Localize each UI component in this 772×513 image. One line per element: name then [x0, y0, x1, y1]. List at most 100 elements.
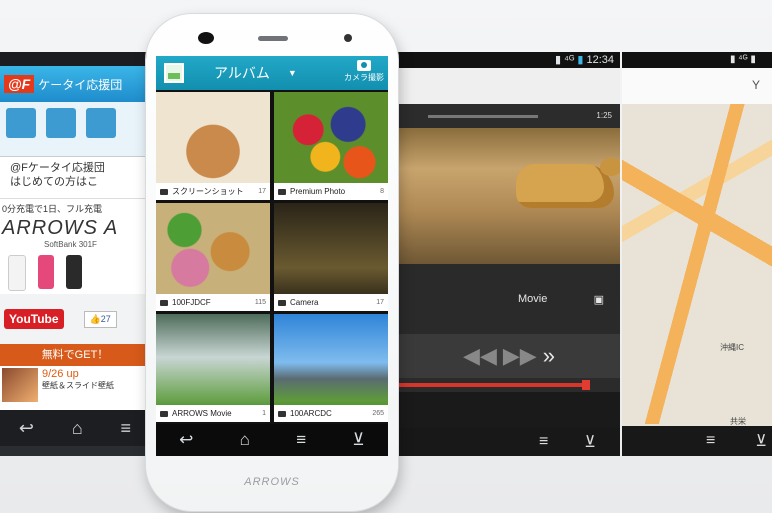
status-bar: ▮ ⁴ᴳ ▮ 12:34	[398, 52, 620, 68]
album-tile[interactable]: 100FJDCF 115	[156, 203, 270, 311]
album-grid: スクリーンショット 17 Premium Photo 8 100FJDCF 115 C…	[156, 92, 388, 422]
apps-icon[interactable]	[46, 108, 76, 138]
album-name: 100ARCDC	[290, 409, 332, 418]
dropdown-icon[interactable]: ▼	[288, 68, 297, 78]
nav-bar: ≡ ⊻	[398, 428, 620, 456]
video-frame[interactable]	[398, 128, 620, 264]
album-count: 115	[254, 299, 266, 306]
nav-bar: ≡ ⊻	[622, 426, 772, 456]
album-tile[interactable]: ARROWS Movie 1	[156, 314, 270, 422]
folder-icon	[160, 410, 168, 417]
skip-forward-icon[interactable]: »	[543, 343, 555, 369]
folder-icon	[160, 188, 168, 195]
like-count: 27	[100, 313, 111, 324]
album-name: Camera	[290, 298, 319, 307]
playback-controls: ◀◀ ▶▶ »	[398, 334, 620, 378]
earpiece	[258, 36, 288, 41]
status-bar: ▮ ⁴ᴳ ▮	[622, 52, 772, 68]
shortcut-icons	[0, 102, 150, 156]
proximity-sensor	[344, 34, 352, 42]
sd-card-icon	[160, 299, 168, 306]
album-tile[interactable]: スクリーンショット 17	[156, 92, 270, 200]
sd-card-icon	[278, 299, 286, 306]
ad-model: SoftBank 301F	[44, 240, 97, 249]
status-bar	[0, 52, 150, 66]
product-ad[interactable]: 0分充電で1日、フル充電 ARROWS A SoftBank 301F	[0, 198, 150, 294]
site-title: ケータイ応援団	[38, 77, 123, 92]
album-app-icon[interactable]	[164, 63, 184, 83]
menu-icon[interactable]: ≡	[539, 433, 548, 451]
notice-banner[interactable]: @Fケータイ応援団 はじめての方はこ	[0, 156, 150, 198]
news-text: 壁紙＆スライド壁紙	[42, 381, 114, 390]
map-search-bar[interactable]: Y	[622, 68, 772, 105]
back-icon[interactable]: ↩	[179, 430, 193, 450]
album-name: スクリーンショット	[172, 187, 244, 196]
video-title: Movie	[518, 293, 548, 305]
community-icon[interactable]	[86, 108, 116, 138]
map-view[interactable]: 沖縄IC 共栄	[622, 104, 772, 426]
notification-icon[interactable]: ⊻	[584, 432, 596, 452]
white-phone-image	[8, 255, 26, 291]
news-thumbnail	[2, 368, 38, 402]
menu-icon[interactable]: ≡	[706, 432, 715, 450]
ad-brand: ARROWS A	[2, 217, 119, 239]
pink-phone-image	[38, 255, 54, 289]
rewind-icon[interactable]: ◀◀	[463, 343, 497, 369]
time-row: 1:25	[398, 104, 620, 128]
seek-bar[interactable]	[398, 378, 620, 392]
album-count: 8	[380, 188, 384, 195]
back-icon[interactable]: ↩	[19, 418, 34, 439]
album-name: ARROWS Movie	[172, 409, 232, 418]
site-header[interactable]: @F ケータイ応援団	[0, 66, 150, 102]
map-screen: ▮ ⁴ᴳ ▮ Y 沖縄IC 共栄 ≡ ⊻	[622, 52, 772, 456]
album-screen: アルバム ▼ カメラ撮影 スクリーンショット 17 Premium Photo 8 …	[156, 56, 388, 456]
album-count: 265	[372, 410, 384, 417]
seek-handle[interactable]	[582, 380, 591, 390]
nav-bar: ↩ ⌂ ≡	[0, 410, 150, 446]
ad-line: 0分充電で1日、フル充電	[2, 204, 103, 214]
album-tile[interactable]: Camera 17	[274, 203, 388, 311]
album-tile[interactable]: Premium Photo 8	[274, 92, 388, 200]
album-title[interactable]: アルバム	[214, 63, 270, 83]
news-date: 9/26 up	[42, 368, 79, 380]
center-phone: アルバム ▼ カメラ撮影 スクリーンショット 17 Premium Photo 8 …	[146, 14, 398, 511]
video-player-screen: ▮ ⁴ᴳ ▮ 12:34 1:25 Movie ▣ ◀◀ ▶▶ » ≡ ⊻	[398, 52, 620, 456]
notice-line-2: はじめての方はこ	[10, 176, 98, 188]
youtube-button[interactable]: YouTube	[4, 309, 64, 329]
camera-label: カメラ撮影	[344, 73, 384, 82]
album-count: 17	[376, 299, 384, 306]
nav-bar: ↩ ⌂ ≡ ⊻	[156, 424, 388, 456]
location-pin-icon[interactable]: Y	[752, 78, 760, 92]
camera-button[interactable]: カメラ撮影	[344, 58, 384, 83]
browser-screen: @F ケータイ応援団 @Fケータイ応援団 はじめての方はこ 0分充電で1日、フル…	[0, 52, 150, 456]
free-banner[interactable]: 無料でGET！	[0, 344, 150, 366]
album-name: Premium Photo	[290, 187, 346, 196]
menu-icon[interactable]: ≡	[121, 418, 132, 439]
fast-forward-icon[interactable]: ▶▶	[503, 343, 537, 369]
notification-icon[interactable]: ⊻	[352, 430, 364, 450]
player-toolbar	[398, 68, 620, 104]
album-name: 100FJDCF	[172, 298, 211, 307]
notification-icon[interactable]: ⊻	[755, 431, 767, 451]
phone-icon[interactable]	[6, 108, 36, 138]
phone-brand-logo: ARROWS	[244, 476, 300, 488]
front-camera	[198, 32, 214, 44]
status-time: 12:34	[586, 54, 614, 66]
phone-lineup	[2, 255, 150, 291]
app-bar: アルバム ▼ カメラ撮影	[156, 56, 388, 90]
seek-progress	[398, 383, 587, 387]
home-icon[interactable]: ⌂	[240, 430, 250, 450]
map-label-station: 沖縄IC	[720, 343, 744, 352]
sd-card-icon	[278, 410, 286, 417]
folder-icon	[278, 188, 286, 195]
news-item[interactable]: 9/26 up 壁紙＆スライド壁紙	[0, 366, 150, 410]
share-icon[interactable]: ▣	[594, 293, 604, 306]
album-tile[interactable]: 100ARCDC 265	[274, 314, 388, 422]
like-button[interactable]: 👍27	[83, 310, 117, 328]
home-icon[interactable]: ⌂	[72, 418, 83, 439]
black-phone-image	[66, 255, 82, 289]
menu-icon[interactable]: ≡	[296, 430, 306, 450]
album-count: 17	[258, 188, 266, 195]
site-logo: @F	[4, 75, 35, 93]
elapsed-time: 1:25	[596, 111, 612, 120]
